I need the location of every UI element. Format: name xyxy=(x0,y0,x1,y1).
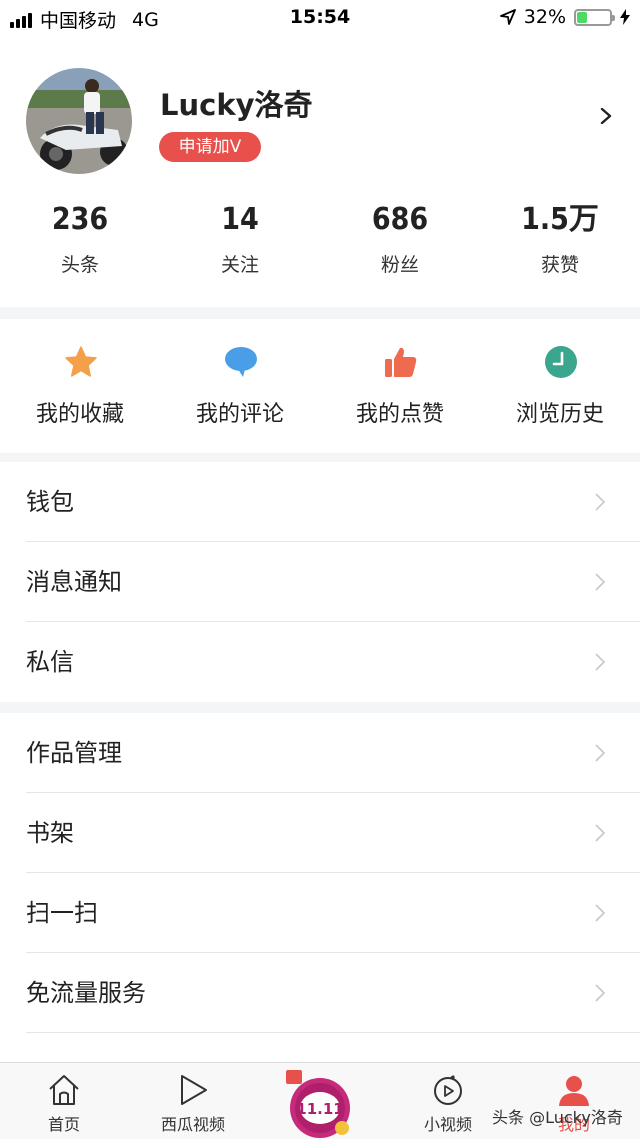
stat-label: 粉丝 xyxy=(380,254,419,276)
stat-followers[interactable]: 686 粉丝 xyxy=(320,200,480,277)
avatar-photo xyxy=(26,68,132,174)
chevron-right-icon xyxy=(595,824,606,842)
play-icon xyxy=(181,1075,207,1105)
menu-item-works-management[interactable]: 作品管理 xyxy=(0,713,640,793)
short-video-icon xyxy=(434,1075,462,1105)
quick-action-label: 浏览历史 xyxy=(515,402,604,427)
quick-actions: 我的收藏 我的评论 我的点赞 浏览历史 xyxy=(0,319,640,453)
thumbs-up-icon xyxy=(385,347,417,377)
menu-group-tools: 作品管理 书架 扫一扫 免流量服务 xyxy=(0,713,640,1033)
stat-label: 头条 xyxy=(60,254,99,276)
tab-label: 西瓜视频 xyxy=(160,1115,225,1134)
svg-text:11.11: 11.11 xyxy=(296,1100,343,1118)
menu-item-scan[interactable]: 扫一扫 xyxy=(0,873,640,953)
menu-item-label: 书架 xyxy=(26,819,74,847)
menu-item-label: 私信 xyxy=(26,648,74,676)
chevron-right-icon xyxy=(595,744,606,762)
section-separator xyxy=(0,453,640,462)
quick-action-label: 我的收藏 xyxy=(35,402,124,427)
battery-percent: 32% xyxy=(523,6,566,28)
section-separator xyxy=(0,307,640,319)
battery-icon xyxy=(574,8,615,26)
location-arrow-icon xyxy=(499,9,516,25)
stat-value: 236 xyxy=(51,202,109,237)
status-bar: 中国移动 4G 15:54 32% xyxy=(0,0,640,36)
charging-bolt-icon xyxy=(620,9,630,25)
menu-item-messages[interactable]: 私信 xyxy=(0,622,640,702)
menu-item-label: 消息通知 xyxy=(26,568,122,596)
clock-icon xyxy=(545,346,577,378)
menu-item-label: 免流量服务 xyxy=(26,979,146,1007)
chevron-right-icon xyxy=(595,984,606,1002)
chevron-right-icon xyxy=(595,653,606,671)
menu-item-label: 扫一扫 xyxy=(26,899,98,927)
status-right: 32% xyxy=(499,6,630,28)
menu-item-wallet[interactable]: 钱包 xyxy=(0,462,640,542)
menu-item-label: 钱包 xyxy=(26,488,74,516)
stat-label: 获赞 xyxy=(540,254,579,276)
stat-label: 关注 xyxy=(220,254,259,276)
double-eleven-festival-icon[interactable]: 11.11 xyxy=(280,1068,360,1138)
divider xyxy=(26,1032,640,1033)
stat-following[interactable]: 14 关注 xyxy=(160,200,320,277)
chevron-right-icon xyxy=(595,493,606,511)
stat-toutiao[interactable]: 236 头条 xyxy=(0,200,160,277)
menu-item-label: 作品管理 xyxy=(26,739,122,767)
profile-stats: 236 头条 14 关注 686 粉丝 1.5万 获赞 xyxy=(0,200,640,290)
star-icon xyxy=(65,346,97,377)
quick-action-label: 我的点赞 xyxy=(355,402,444,427)
user-profile-icon xyxy=(559,1076,589,1106)
tab-xigua-video[interactable]: 西瓜视频 xyxy=(148,1063,238,1135)
menu-item-bookshelf[interactable]: 书架 xyxy=(0,793,640,873)
menu-group-account: 钱包 消息通知 私信 xyxy=(0,462,640,702)
tab-home[interactable]: 首页 xyxy=(24,1063,104,1135)
section-separator xyxy=(0,702,640,713)
username: Lucky洛奇 xyxy=(160,88,313,122)
stat-value: 1.5万 xyxy=(521,202,599,237)
tab-label: 首页 xyxy=(47,1115,80,1134)
menu-item-free-data-service[interactable]: 免流量服务 xyxy=(0,953,640,1033)
quick-action-label: 我的评论 xyxy=(195,402,284,427)
home-icon xyxy=(49,1075,79,1105)
chevron-right-icon[interactable] xyxy=(598,108,614,124)
menu-item-notifications[interactable]: 消息通知 xyxy=(0,542,640,622)
stat-value: 14 xyxy=(221,202,259,237)
chevron-right-icon xyxy=(595,573,606,591)
stat-value: 686 xyxy=(371,202,429,237)
tab-label: 小视频 xyxy=(423,1115,472,1134)
chevron-right-icon xyxy=(595,904,606,922)
stat-likes[interactable]: 1.5万 获赞 xyxy=(480,200,640,277)
avatar[interactable] xyxy=(26,68,132,174)
comment-bubble-icon xyxy=(225,347,257,377)
watermark: 头条 @Lucky洛奇 xyxy=(492,1108,623,1127)
tab-short-video[interactable]: 小视频 xyxy=(408,1063,488,1135)
apply-verification-button[interactable]: 申请加V xyxy=(159,132,261,162)
